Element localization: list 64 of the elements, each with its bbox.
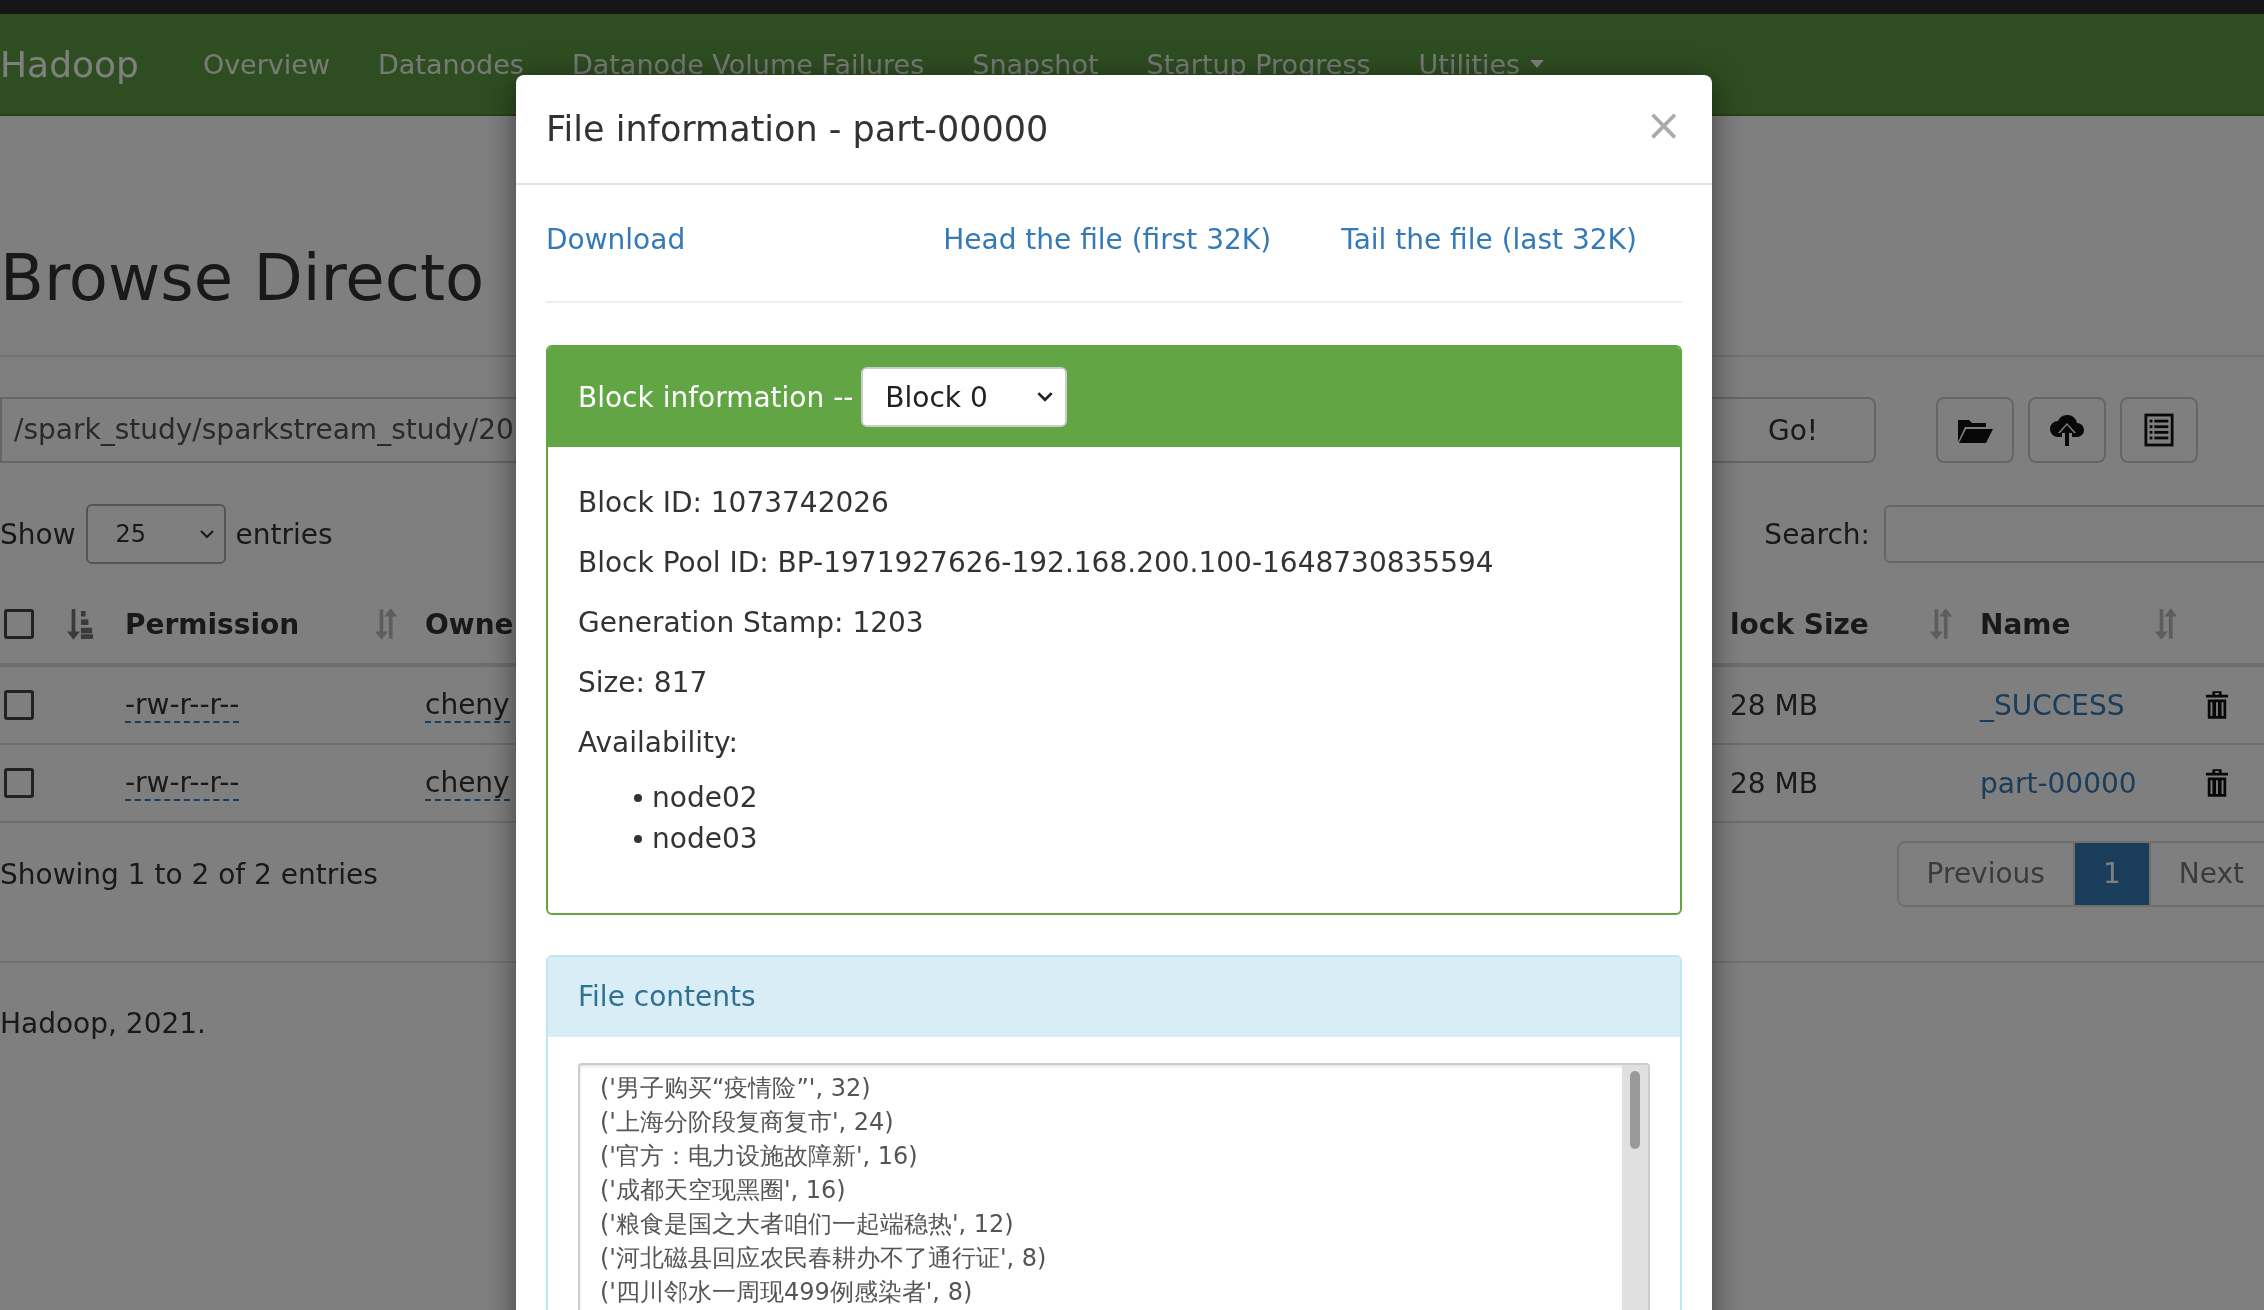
column-header[interactable]: lock Size <box>1730 607 1869 641</box>
content-line: ('官方：电力设施故障新', 16) <box>600 1141 919 1172</box>
table-cell: 28 MB <box>1730 688 1818 722</box>
footer-text: Hadoop, 2021. <box>0 1007 207 1040</box>
block-field: Block Pool ID: BP-1971927626-192.168.200.100-1648730835594 <box>578 533 1650 593</box>
page-heading: Browse Directo <box>0 240 485 317</box>
file-link[interactable]: _SUCCESS <box>1980 688 2125 722</box>
block-field: Block ID: 1073742026 <box>578 473 1650 533</box>
permission-link[interactable]: -rw-r--r-- <box>125 765 240 801</box>
content-line: ('粮食是国之大者咱们一起端稳热', 12) <box>600 1209 1015 1240</box>
brand-link[interactable]: Hadoop <box>0 43 179 85</box>
owner-link[interactable]: cheny <box>425 765 510 801</box>
owner-link[interactable]: cheny <box>425 687 510 723</box>
search-label: Search: <box>1764 517 1870 551</box>
checkbox[interactable] <box>4 690 34 720</box>
panel-title: Block information -- <box>578 380 854 414</box>
file-link[interactable]: Download <box>546 222 686 256</box>
sort-amount-icon[interactable] <box>66 607 94 641</box>
block-field: Size: 817 <box>578 653 1650 713</box>
content-line: ('四川邻水一周现499例感染者', 8) <box>600 1277 974 1308</box>
go-button[interactable]: Go! <box>1712 397 1876 463</box>
caret-icon <box>1530 60 1545 68</box>
content-line: ('成都天空现黑圈', 16) <box>600 1175 847 1206</box>
show-label: Show <box>0 517 76 551</box>
table-cell: 28 MB <box>1730 766 1818 800</box>
cloud-upload-icon[interactable] <box>2028 397 2106 463</box>
availability-label: Availability: <box>578 725 739 761</box>
chevron-down-icon <box>1037 392 1054 402</box>
entries-select[interactable]: 25 <box>85 504 226 564</box>
permission-link[interactable]: -rw-r--r-- <box>125 687 240 723</box>
file-link[interactable]: part-00000 <box>1980 766 2137 800</box>
scrollbar-thumb[interactable] <box>1630 1071 1640 1149</box>
checkbox[interactable] <box>4 609 34 639</box>
trash-icon[interactable] <box>2205 768 2229 798</box>
node-name: node02 <box>652 781 758 814</box>
table-info: Showing 1 to 2 of 2 entries <box>0 857 378 891</box>
checkbox[interactable] <box>4 768 34 798</box>
content-line: ('河北磁县回应农民春耕办不了通行证', 8) <box>600 1243 1047 1274</box>
search-field[interactable] <box>1884 505 2264 563</box>
chevron-down-icon <box>199 529 214 539</box>
select-value: 25 <box>115 520 147 548</box>
bullet-icon <box>634 834 642 843</box>
page-button[interactable]: 1 <box>2072 843 2149 905</box>
trash-icon[interactable] <box>2205 690 2229 720</box>
modal-title: File information - part-00000 <box>546 109 1049 149</box>
select-value: Block 0 <box>885 380 988 414</box>
column-header[interactable]: Permission <box>125 607 300 641</box>
content-line: ('上海分阶段复商复市', 24) <box>600 1107 895 1138</box>
entries-label: entries <box>235 517 333 551</box>
content-line: ('男子购买“疫情险”', 32) <box>600 1073 872 1104</box>
close-button[interactable]: × <box>1645 98 1682 150</box>
folder-icon[interactable] <box>1936 397 2014 463</box>
column-header[interactable]: Name <box>1980 607 2071 641</box>
page-button[interactable]: Next <box>2148 843 2264 905</box>
node-name: node03 <box>652 822 758 855</box>
bullet-icon <box>634 793 642 802</box>
panel-title: File contents <box>548 957 1680 1037</box>
list-icon[interactable] <box>2120 397 2198 463</box>
page-button[interactable]: Previous <box>1898 843 2073 905</box>
block-field: Generation Stamp: 1203 <box>578 593 1650 653</box>
column-header[interactable]: Owne <box>425 607 514 641</box>
block-select[interactable]: Block 0 <box>861 367 1068 427</box>
file-link[interactable]: Tail the file (last 32K) <box>1341 222 1637 256</box>
file-link[interactable]: Head the file (first 32K) <box>943 222 1272 256</box>
